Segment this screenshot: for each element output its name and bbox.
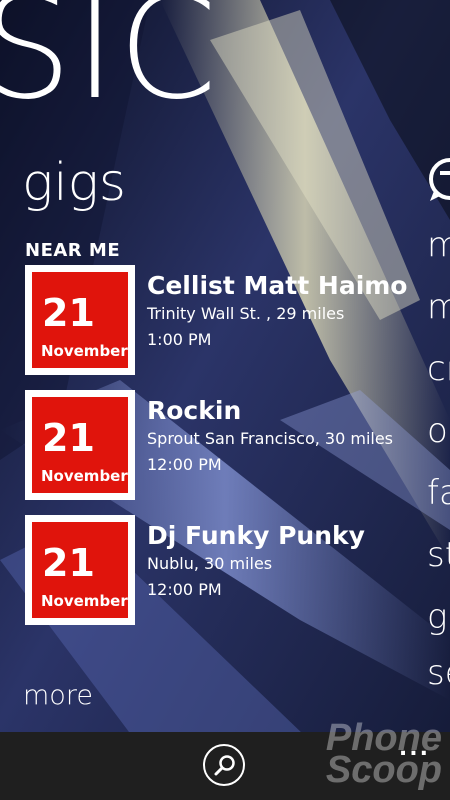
gig-time: 1:00 PM	[147, 330, 212, 349]
watermark-logo: Phone Scoop	[325, 717, 442, 792]
search-button[interactable]	[203, 744, 245, 786]
section-title: gigs	[22, 153, 126, 213]
gig-venue: Trinity Wall St. , 29 miles	[147, 304, 345, 323]
gig-time: 12:00 PM	[147, 455, 222, 474]
gig-title: Dj Funky Punky	[147, 521, 365, 550]
date-day: 21	[42, 291, 95, 335]
date-month: November	[41, 342, 128, 360]
date-day: 21	[42, 541, 95, 585]
next-panel-item[interactable]: st	[427, 535, 450, 575]
next-panel-item[interactable]: m	[427, 225, 450, 265]
next-panel-item[interactable]: fa	[427, 473, 450, 513]
gig-item[interactable]: 21 November Cellist Matt Haimo Trinity W…	[25, 265, 410, 375]
gig-venue: Nublu, 30 miles	[147, 554, 273, 573]
near-me-subheader: NEAR ME	[25, 240, 121, 261]
gig-time: 12:00 PM	[147, 580, 222, 599]
date-tile: 21 November	[25, 265, 135, 375]
gig-title: Rockin	[147, 396, 242, 425]
hub-title: SIC	[0, 0, 220, 131]
date-day: 21	[42, 416, 95, 460]
gig-title: Cellist Matt Haimo	[147, 271, 408, 300]
search-icon	[214, 755, 235, 776]
next-panel-item[interactable]: se	[427, 653, 450, 693]
date-month: November	[41, 592, 128, 610]
next-panel-item[interactable]: o	[427, 411, 448, 451]
next-panel-item[interactable]: cr	[427, 349, 450, 389]
gig-item[interactable]: 21 November Dj Funky Punky Nublu, 30 mil…	[25, 515, 410, 625]
gig-venue: Sprout San Francisco, 30 miles	[147, 429, 394, 448]
gig-item[interactable]: 21 November Rockin Sprout San Francisco,…	[25, 390, 410, 500]
date-tile: 21 November	[25, 515, 135, 625]
date-month: November	[41, 467, 128, 485]
date-tile: 21 November	[25, 390, 135, 500]
speech-bubble-icon[interactable]	[426, 157, 450, 205]
next-panel-item[interactable]: m	[427, 287, 450, 327]
next-panel-item[interactable]: g	[427, 597, 447, 637]
more-link[interactable]: more	[23, 680, 93, 711]
